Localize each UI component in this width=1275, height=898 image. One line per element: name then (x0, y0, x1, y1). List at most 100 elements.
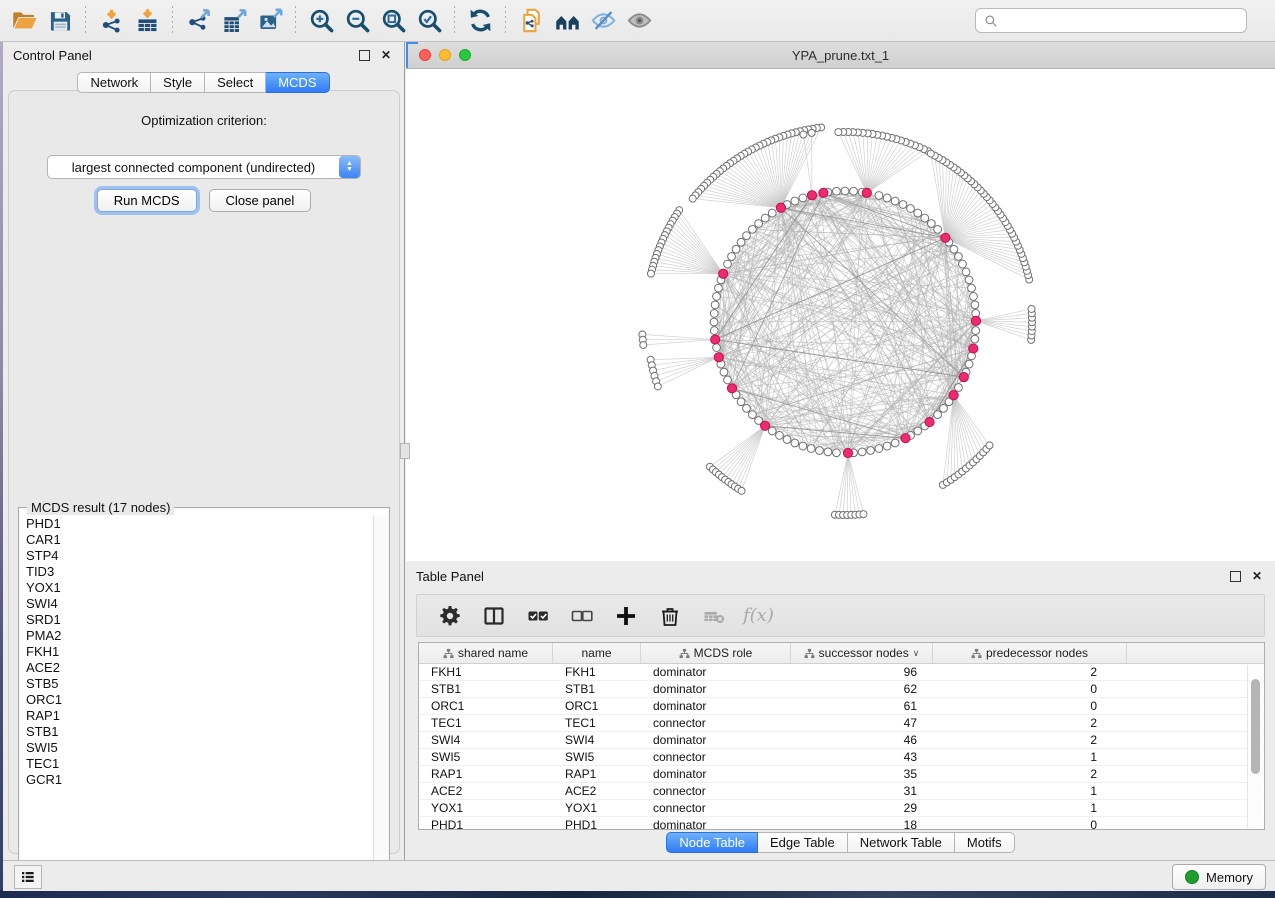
mcds-result-scrollbar[interactable] (373, 516, 388, 879)
optimization-criterion-select[interactable]: largest connected component (undirected)… (47, 155, 361, 179)
table-cell[interactable]: 2 (933, 766, 1127, 782)
network-node[interactable] (761, 214, 769, 222)
zoom-fit-button[interactable] (375, 5, 411, 37)
table-cell[interactable]: STB1 (553, 681, 641, 697)
network-node[interactable] (867, 447, 875, 455)
table-cell[interactable]: SWI4 (553, 732, 641, 748)
export-network-button[interactable] (180, 5, 216, 37)
network-node[interactable] (950, 245, 958, 253)
network-node[interactable] (899, 201, 907, 209)
table-cell[interactable]: 43 (791, 749, 933, 765)
network-hub-node[interactable] (711, 335, 720, 344)
mcds-result-item[interactable]: CAR1 (26, 532, 374, 548)
table-panel-float-button[interactable] (1227, 568, 1243, 584)
table-cell[interactable]: dominator (641, 664, 791, 680)
network-node[interactable] (783, 436, 791, 444)
create-column-button[interactable] (611, 601, 641, 631)
table-cell[interactable]: FKH1 (419, 664, 553, 680)
save-session-button[interactable] (42, 5, 78, 37)
table-cell[interactable]: 61 (791, 698, 933, 714)
table-cell[interactable]: STB1 (419, 681, 553, 697)
mcds-result-item[interactable]: FKH1 (26, 644, 374, 660)
network-node[interactable] (710, 327, 718, 335)
network-node[interactable] (955, 384, 963, 392)
tab-select[interactable]: Select (205, 72, 266, 93)
network-node[interactable] (807, 445, 815, 453)
network-node[interactable] (640, 341, 647, 348)
table-cell[interactable]: SWI5 (553, 749, 641, 765)
table-cell[interactable]: 2 (933, 715, 1127, 731)
network-node[interactable] (883, 194, 891, 202)
network-node[interactable] (738, 487, 745, 494)
network-titlebar[interactable]: YPA_prune.txt_1 (406, 42, 1275, 69)
zoom-selected-button[interactable] (411, 5, 447, 37)
table-cell[interactable]: dominator (641, 698, 791, 714)
mcds-result-item[interactable]: ACE2 (26, 660, 374, 676)
network-node[interactable] (850, 187, 858, 195)
table-cell[interactable]: 96 (791, 664, 933, 680)
control-panel-float-button[interactable] (356, 47, 372, 63)
network-node[interactable] (971, 335, 979, 343)
unselect-all-columns-button[interactable] (567, 601, 597, 631)
mcds-result-item[interactable]: YOX1 (26, 580, 374, 596)
zoom-out-button[interactable] (339, 5, 375, 37)
mcds-result-item[interactable]: RAP1 (26, 708, 374, 724)
column-header-MCDS-role[interactable]: MCDS role (641, 643, 791, 663)
network-node[interactable] (971, 301, 979, 309)
tab-mcds[interactable]: MCDS (266, 72, 329, 93)
network-node[interactable] (724, 260, 732, 268)
refresh-layout-button[interactable] (462, 5, 498, 37)
table-cell[interactable]: FKH1 (553, 664, 641, 680)
network-hub-node[interactable] (807, 191, 816, 200)
network-node[interactable] (713, 293, 721, 301)
delete-column-button[interactable] (655, 601, 685, 631)
network-node[interactable] (955, 253, 963, 261)
control-panel-close-button[interactable]: ✕ (378, 47, 394, 63)
network-node[interactable] (959, 260, 967, 268)
network-node[interactable] (732, 245, 740, 253)
memory-button[interactable]: Memory (1172, 864, 1266, 890)
tab-edge-table[interactable]: Edge Table (758, 832, 848, 853)
table-row[interactable]: FKH1FKH1dominator962 (419, 664, 1264, 681)
mcds-result-item[interactable]: PMA2 (26, 628, 374, 644)
network-node[interactable] (799, 442, 807, 450)
network-hub-node[interactable] (719, 269, 728, 278)
show-column-panel-button[interactable] (479, 601, 509, 631)
network-node[interactable] (710, 318, 718, 326)
table-scrollbar[interactable] (1247, 665, 1263, 828)
task-history-button[interactable] (14, 865, 42, 889)
network-node[interactable] (776, 432, 784, 440)
first-neighbors-button[interactable] (549, 5, 585, 37)
table-cell[interactable]: SWI4 (419, 732, 553, 748)
mcds-result-item[interactable]: ORC1 (26, 692, 374, 708)
table-cell[interactable]: ACE2 (419, 783, 553, 799)
import-table-button[interactable] (129, 5, 165, 37)
table-cell[interactable]: connector (641, 783, 791, 799)
table-cell[interactable]: 2 (933, 664, 1127, 680)
network-node[interactable] (689, 195, 696, 202)
network-hub-node[interactable] (941, 233, 950, 242)
tab-motifs[interactable]: Motifs (955, 832, 1015, 853)
mcds-result-item[interactable]: SWI4 (26, 596, 374, 612)
table-cell[interactable]: 2 (933, 732, 1127, 748)
network-node[interactable] (835, 129, 842, 136)
tab-network-table[interactable]: Network Table (848, 832, 955, 853)
network-node[interactable] (748, 411, 756, 419)
network-node[interactable] (755, 220, 763, 228)
import-network-button[interactable] (93, 5, 129, 37)
table-cell[interactable]: RAP1 (553, 766, 641, 782)
table-cell[interactable]: 18 (791, 817, 933, 830)
table-cell[interactable]: dominator (641, 766, 791, 782)
network-hub-node[interactable] (714, 353, 723, 362)
network-hub-node[interactable] (925, 417, 934, 426)
network-node[interactable] (927, 150, 934, 157)
search-input[interactable] (1004, 12, 1238, 29)
network-hub-node[interactable] (760, 421, 769, 430)
network-node[interactable] (715, 284, 723, 292)
table-cell[interactable]: PHD1 (419, 817, 553, 830)
network-node[interactable] (875, 445, 883, 453)
network-node[interactable] (891, 197, 899, 205)
network-node[interactable] (860, 511, 867, 518)
network-node[interactable] (927, 220, 935, 228)
mcds-result-list[interactable]: PHD1CAR1STP4TID3YOX1SWI4SRD1PMA2FKH1ACE2… (20, 516, 374, 879)
